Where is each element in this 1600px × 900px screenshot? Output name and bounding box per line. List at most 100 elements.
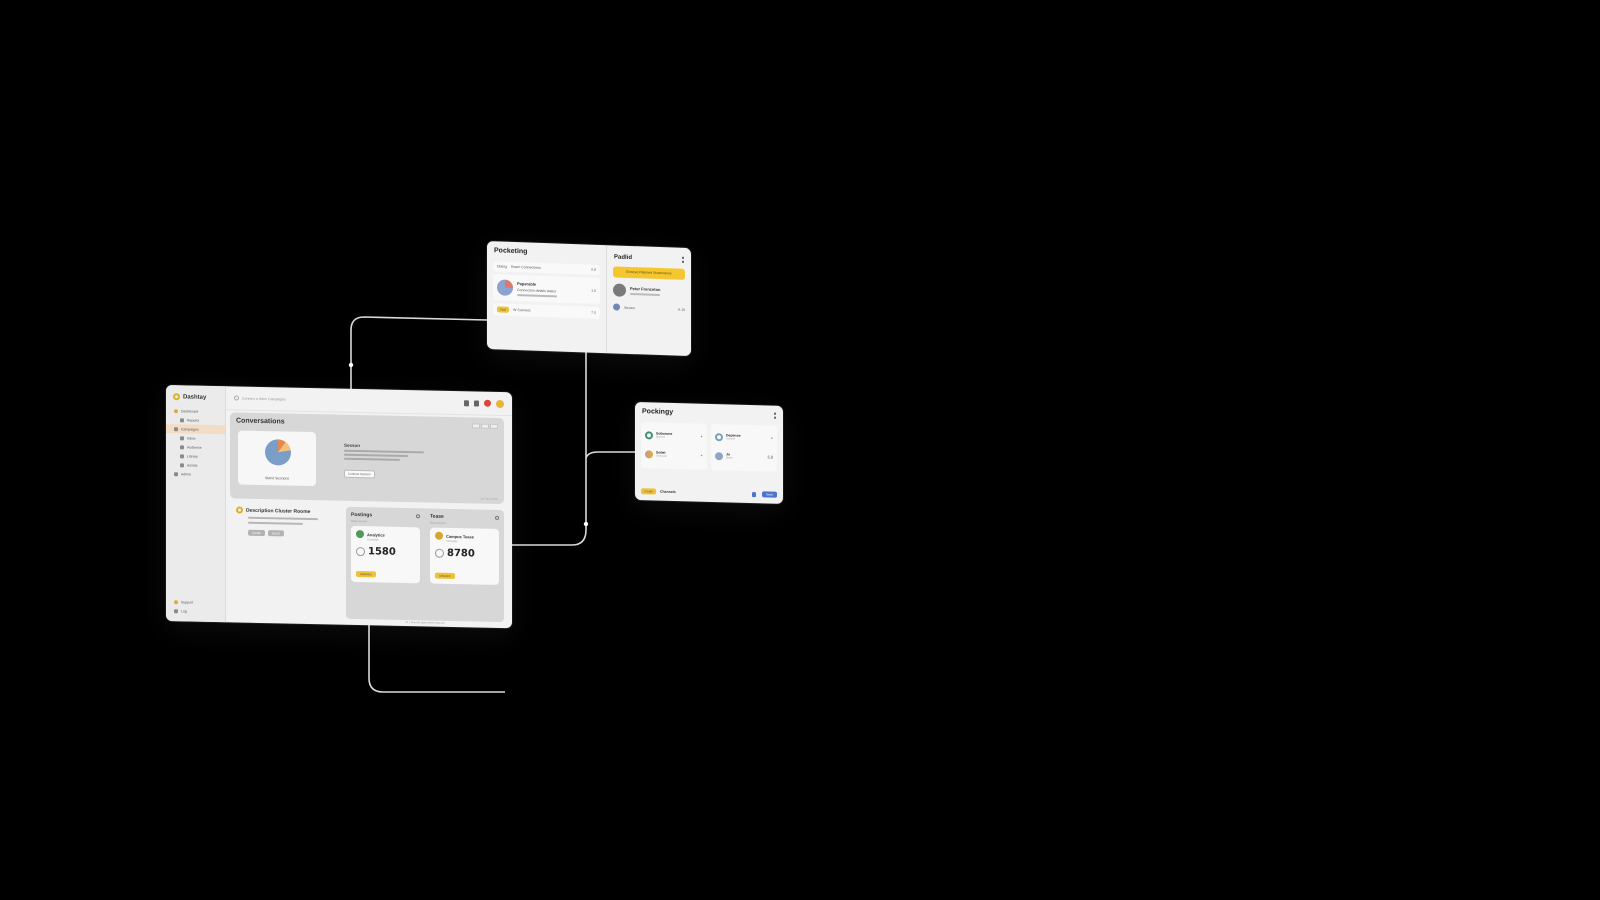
add-icon[interactable]: +	[701, 434, 703, 439]
row-value: 0.8	[591, 267, 596, 272]
main-content: Conversations Stand Sessions Sesson Conn…	[230, 412, 504, 625]
padlid-section: Padlid Ennovo Planned Sustenance Peter F…	[607, 245, 691, 356]
advance-button[interactable]: Advance	[356, 570, 376, 578]
view-toggle-2[interactable]	[481, 423, 489, 429]
metric-value: 1580	[368, 546, 396, 558]
more-options-icon[interactable]	[774, 412, 776, 419]
contacts-grid: Soborone Shoo 01 + Soilet Tecnocrat + Depe…	[641, 422, 777, 472]
placeholder-line	[248, 521, 303, 525]
radio-icon[interactable]	[356, 546, 365, 557]
sidebar-item-admin[interactable]: Admin	[166, 469, 225, 479]
view-toggle-3[interactable]	[490, 423, 498, 429]
help-icon	[174, 599, 178, 604]
row-label: Dialog	[497, 264, 507, 269]
search-placeholder: Connect a Stem Campaigns	[242, 396, 286, 402]
users-icon	[180, 444, 184, 449]
row-label: W Connect	[513, 307, 531, 313]
placeholder-line	[248, 516, 318, 521]
quest-button[interactable]: Quest	[268, 530, 285, 537]
metric-value-row: 1580	[356, 546, 415, 558]
contact-icon	[645, 449, 653, 458]
view-controls	[472, 423, 498, 429]
settings-icon[interactable]	[495, 515, 499, 520]
phone-icon[interactable]	[752, 491, 757, 497]
view-toggle-1[interactable]	[472, 423, 480, 429]
contact-text: Soilet Tecnocrat	[656, 450, 667, 458]
stream-label: Stream	[624, 305, 636, 310]
contact-icon	[645, 430, 653, 439]
list-item[interactable]: Dialog Room Connections 0.8	[493, 261, 600, 275]
add-icon[interactable]: +	[701, 453, 703, 458]
person-item[interactable]: Peter Frenceton	[613, 283, 685, 299]
panel-title: Pockingy	[642, 408, 674, 416]
row-text: Connection details status	[517, 287, 557, 293]
stream-icon	[613, 303, 620, 311]
row-details: Paperable Connection details status	[517, 281, 557, 297]
close-icon[interactable]: ×	[771, 436, 773, 441]
session-heading: Sesson	[344, 442, 361, 449]
planned-banner[interactable]: Ennovo Planned Sustenance	[613, 266, 685, 280]
dashboard-window: Dashtay Dashboard Reports Campaigns Inbo…	[166, 385, 512, 629]
pie-card: Stand Sessions	[238, 430, 316, 487]
brand-name: Dashtay	[183, 393, 207, 401]
sidebar-footer: Support Log	[166, 597, 225, 616]
placeholder-line	[630, 292, 660, 297]
row-value: 7.5	[591, 310, 596, 315]
task-tag[interactable]: Task	[497, 306, 510, 313]
pie-label: Stand Sessions	[264, 476, 290, 481]
top-bar: Connect a Stem Campaigns	[226, 386, 512, 417]
list-item[interactable]: Depense Lecrone ×	[715, 427, 773, 448]
person-details: Peter Frenceton	[630, 286, 660, 297]
brand[interactable]: Dashtay	[166, 385, 225, 407]
avatar	[613, 283, 626, 297]
pie-chart-icon	[265, 439, 291, 466]
metric-card: Analytics Campaign 1580 Advance	[351, 525, 420, 584]
alert-icon[interactable]	[484, 399, 491, 407]
create-tag[interactable]: Create	[641, 488, 657, 495]
metric-value: 8780	[447, 547, 475, 560]
item-value: 5.8	[767, 454, 773, 460]
list-item[interactable]: Soborone Shoo 01 +	[645, 425, 703, 446]
channels-label: Channels	[660, 489, 676, 495]
search-icon	[234, 395, 239, 401]
analytics-icon	[356, 529, 364, 539]
sidebar-item-log[interactable]: Log	[166, 606, 225, 616]
advance-button[interactable]: Advance	[435, 572, 455, 580]
pockingy-panel: Pockingy Soborone Shoo 01 + Soilet Tecnocr…	[635, 402, 783, 504]
metrics-panel: Postings Stats overview Analytics Campai…	[346, 506, 504, 623]
campaign-section: Description Cluster Roome Create Quest	[236, 506, 340, 537]
contacts-column-right: Depense Lecrone × Ju Stone 5.8	[711, 423, 777, 472]
conversations-title: Conversations	[236, 417, 285, 426]
gear-icon	[174, 471, 178, 476]
radio-icon[interactable]	[435, 548, 444, 558]
row-label: Paperable	[517, 280, 537, 287]
grid-icon	[180, 417, 184, 422]
shield-icon[interactable]	[474, 399, 479, 407]
bell-icon[interactable]	[464, 399, 469, 406]
save-button[interactable]: Save	[762, 491, 777, 498]
create-button[interactable]: Create	[248, 529, 266, 537]
sidebar: Dashtay Dashboard Reports Campaigns Inbo…	[166, 385, 226, 623]
list-item[interactable]: Ju Stone 5.8	[715, 446, 773, 467]
list-item[interactable]: Paperable Connection details status 1.0	[493, 274, 600, 304]
session-info: Sesson Connect Session	[344, 443, 424, 482]
search-input[interactable]: Connect a Stem Campaigns	[234, 395, 464, 405]
panel-footer: Create Channels Save	[641, 488, 777, 498]
placeholder-line	[344, 449, 424, 454]
more-options-icon[interactable]	[682, 256, 684, 263]
settings-icon[interactable]	[416, 514, 420, 519]
connect-session-button[interactable]: Connect Session	[344, 469, 375, 479]
pocketing-list: Pocketing Dialog Room Connections 0.8 Pa…	[487, 241, 607, 354]
connector-node	[348, 362, 354, 368]
metric-header: Postings	[351, 512, 420, 519]
row-text: Room Connections	[510, 264, 541, 270]
metric-subtitle: Stats overview	[351, 519, 368, 524]
list-item[interactable]: Task W Connect 7.5	[493, 303, 600, 319]
connector-node	[583, 521, 589, 527]
brand-logo-icon	[173, 393, 180, 401]
campaign-actions: Create Quest	[248, 529, 340, 538]
contact-icon	[715, 451, 723, 460]
campaign-icon	[236, 506, 243, 514]
avatar[interactable]	[496, 399, 504, 408]
list-item[interactable]: Soilet Tecnocrat +	[645, 444, 703, 465]
